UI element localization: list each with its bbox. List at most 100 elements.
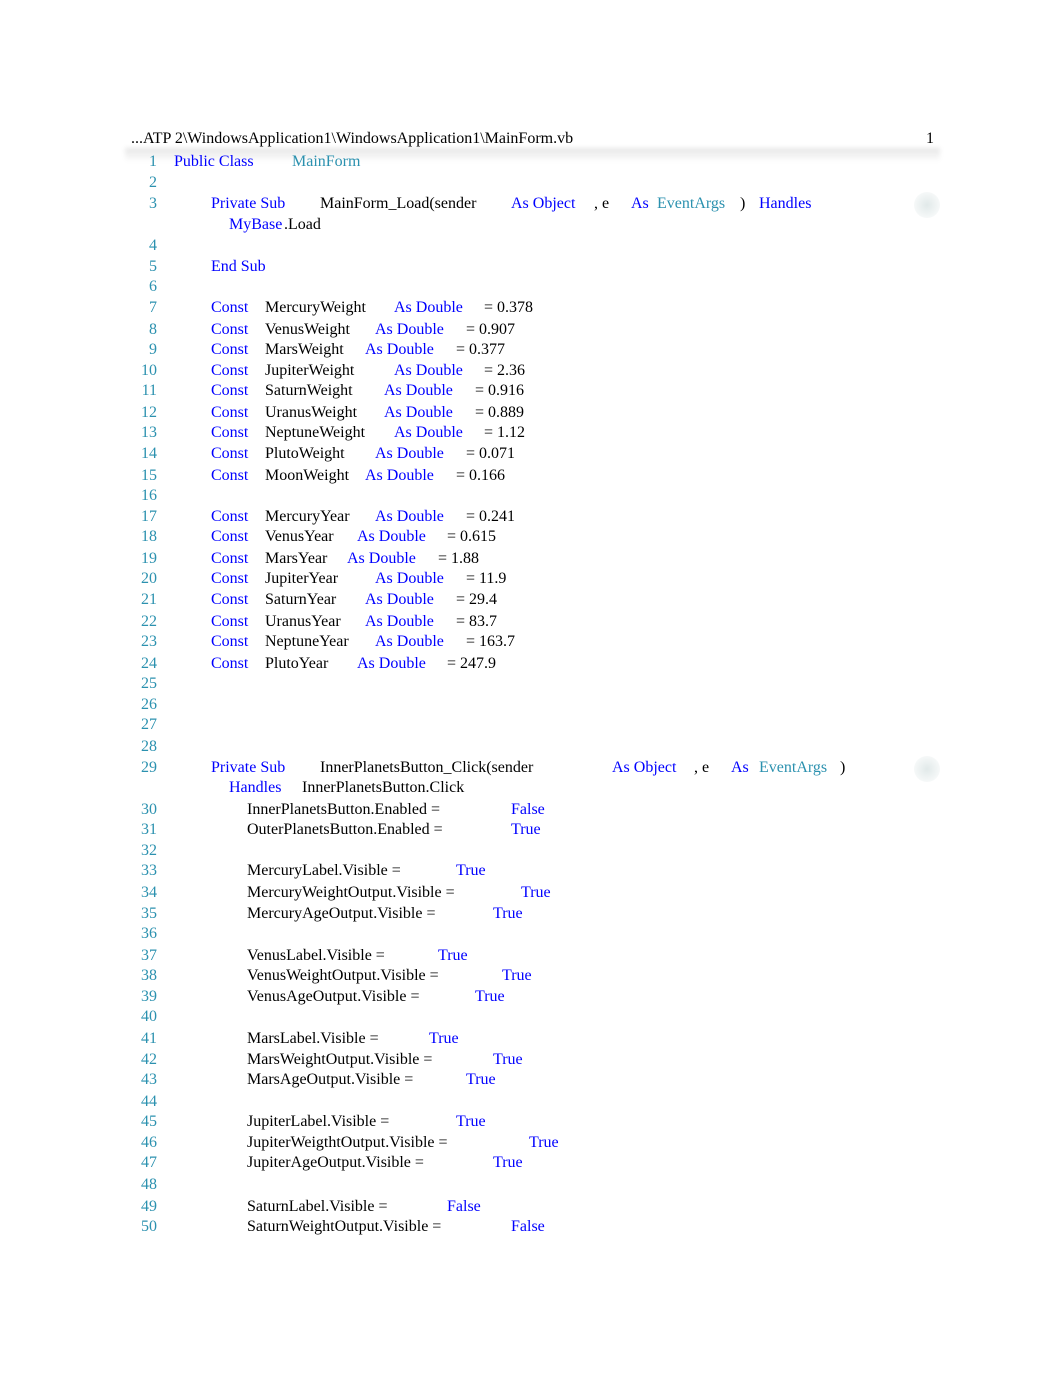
line-number: 2 — [149, 174, 157, 191]
code-keyword: Handles — [229, 779, 282, 796]
line-number: 49 — [141, 1198, 157, 1215]
code-text: VenusLabel.Visible = — [247, 947, 385, 964]
code-type-name: EventArgs — [657, 195, 726, 212]
line-number: 43 — [141, 1071, 157, 1088]
code-keyword: As Double — [357, 655, 426, 672]
line-number: 29 — [141, 759, 157, 776]
code-text: ) — [840, 759, 846, 776]
code-text: JupiterAgeOutput.Visible = — [247, 1154, 424, 1171]
code-keyword: As Double — [375, 445, 444, 462]
code-text: = 2.36 — [484, 362, 526, 379]
page-header: ...ATP 2\WindowsApplication1\WindowsAppl… — [131, 130, 934, 150]
code-text: = 0.916 — [475, 382, 525, 399]
code-text: JupiterYear — [265, 570, 339, 587]
line-number: 37 — [141, 947, 157, 964]
line-number: 16 — [141, 487, 157, 504]
code-text: = 0.166 — [456, 467, 506, 484]
code-keyword: As Object — [612, 759, 677, 776]
code-keyword: Const — [211, 382, 249, 399]
line-number: 26 — [141, 696, 157, 713]
code-text: VenusWeightOutput.Visible = — [247, 967, 439, 984]
collapse-marker-icon — [914, 192, 940, 218]
code-keyword: True — [529, 1134, 559, 1151]
line-number: 50 — [141, 1218, 157, 1235]
code-text: = 1.88 — [438, 550, 480, 567]
code-text: MercuryWeight — [265, 299, 366, 316]
code-keyword: As Double — [394, 299, 463, 316]
code-text: , e — [594, 195, 610, 212]
line-number: 45 — [141, 1113, 157, 1130]
line-number: 12 — [141, 404, 157, 421]
code-text: InnerPlanetsButton.Enabled = — [247, 801, 440, 818]
code-text: MercuryLabel.Visible = — [247, 862, 401, 879]
code-text: = 83.7 — [456, 613, 498, 630]
code-keyword: Const — [211, 424, 249, 441]
code-keyword: Private Sub — [211, 195, 286, 212]
code-keyword: True — [521, 884, 551, 901]
line-number: 47 — [141, 1154, 157, 1171]
line-number: 46 — [141, 1134, 157, 1151]
code-text: = 247.9 — [447, 655, 497, 672]
code-keyword: As Double — [357, 528, 426, 545]
code-keyword: As Double — [375, 633, 444, 650]
code-keyword: True — [511, 821, 541, 838]
code-text: MarsYear — [265, 550, 328, 567]
line-number: 28 — [141, 738, 157, 755]
code-text: , e — [694, 759, 710, 776]
line-number: 31 — [141, 821, 157, 838]
line-number: 9 — [149, 341, 157, 358]
line-number: 42 — [141, 1051, 157, 1068]
line-number: 32 — [141, 842, 157, 859]
code-keyword: True — [502, 967, 532, 984]
code-keyword: As Double — [347, 550, 416, 567]
code-keyword: Const — [211, 467, 249, 484]
code-text: JupiterWeight — [265, 362, 355, 379]
code-keyword: As Double — [375, 570, 444, 587]
file-path: ...ATP 2\WindowsApplication1\WindowsAppl… — [131, 130, 574, 147]
code-text: = 1.12 — [484, 424, 526, 441]
code-text: JupiterLabel.Visible = — [247, 1113, 390, 1130]
line-number: 8 — [149, 321, 157, 338]
code-text: PlutoWeight — [265, 445, 345, 462]
code-text: JupiterWeigthtOutput.Visible = — [247, 1134, 448, 1151]
code-keyword: False — [511, 1218, 545, 1235]
code-keyword: As Double — [394, 362, 463, 379]
line-number: 1 — [149, 153, 157, 170]
code-text: .Load — [284, 216, 321, 233]
code-keyword: False — [447, 1198, 481, 1215]
code-keyword: Const — [211, 445, 249, 462]
code-text: UranusYear — [265, 613, 341, 630]
line-number: 5 — [149, 258, 157, 275]
code-keyword: True — [493, 1051, 523, 1068]
line-number: 11 — [141, 382, 157, 399]
line-number: 40 — [141, 1008, 157, 1025]
code-keyword: As Double — [365, 467, 434, 484]
code-text: ) — [740, 195, 746, 212]
code-keyword: MyBase — [229, 216, 283, 233]
line-number: 24 — [141, 655, 157, 672]
line-number: 20 — [141, 570, 157, 587]
code-keyword: As Double — [384, 404, 453, 421]
code-text: = 0.377 — [456, 341, 506, 358]
code-text: MarsWeightOutput.Visible = — [247, 1051, 433, 1068]
code-text: SaturnWeightOutput.Visible = — [247, 1218, 442, 1235]
code-text: = 29.4 — [456, 591, 498, 608]
line-number: 15 — [141, 467, 157, 484]
code-text: MarsWeight — [265, 341, 344, 358]
line-number: 19 — [141, 550, 157, 567]
line-number: 36 — [141, 925, 157, 942]
code-keyword: False — [511, 801, 545, 818]
line-number: 4 — [149, 237, 157, 254]
code-text: VenusYear — [265, 528, 334, 545]
code-text: MoonWeight — [265, 467, 350, 484]
code-keyword: As Double — [365, 591, 434, 608]
code-text: OuterPlanetsButton.Enabled = — [247, 821, 443, 838]
line-number: 21 — [141, 591, 157, 608]
line-number: 38 — [141, 967, 157, 984]
code-keyword: As Double — [384, 382, 453, 399]
code-keyword: As Double — [394, 424, 463, 441]
code-keyword: As Double — [375, 321, 444, 338]
code-text: SaturnWeight — [265, 382, 353, 399]
line-number: 6 — [149, 278, 157, 295]
code-keyword: True — [475, 988, 505, 1005]
